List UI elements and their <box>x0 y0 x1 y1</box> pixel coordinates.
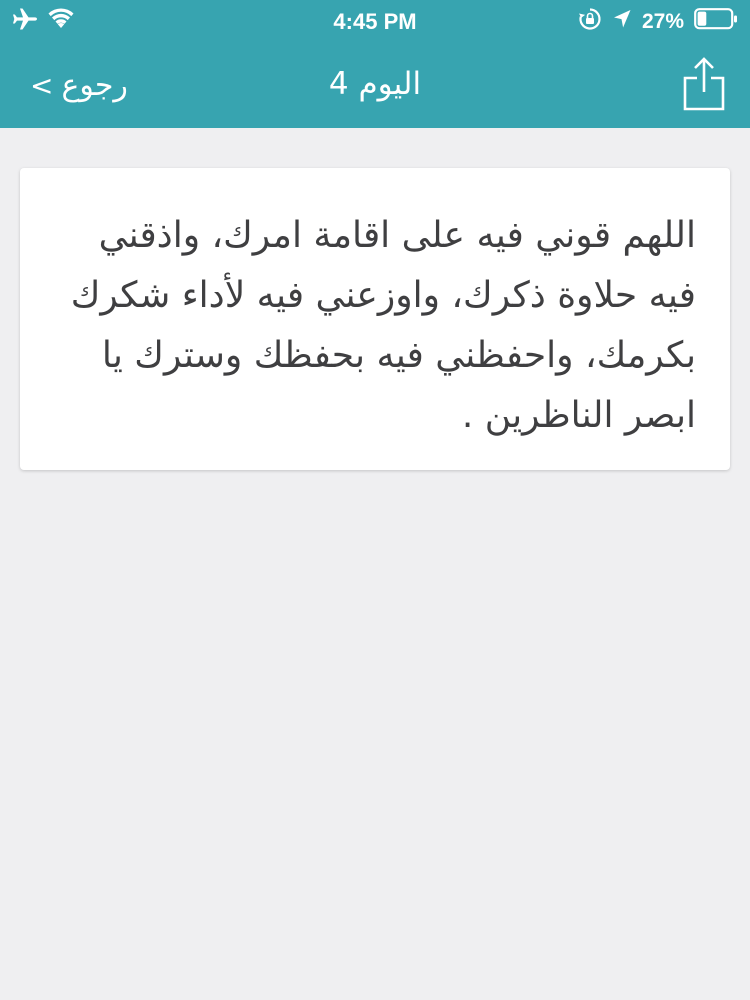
status-right: 27% <box>578 7 738 37</box>
prayer-text: اللهم قوني فيه على اقامة امرك، واذقني في… <box>70 215 696 436</box>
prayer-card: اللهم قوني فيه على اقامة امرك، واذقني في… <box>20 168 730 470</box>
status-bar: 4:45 PM 27% <box>0 0 750 40</box>
share-icon <box>683 57 725 111</box>
battery-icon <box>694 8 738 36</box>
share-button[interactable] <box>680 56 728 112</box>
nav-bar: < رجوع اليوم 4 <box>0 40 750 128</box>
rotation-lock-icon <box>578 7 602 37</box>
location-arrow-icon <box>612 8 632 36</box>
header: 4:45 PM 27% < رجوع اليوم 4 <box>0 0 750 128</box>
battery-percent: 27% <box>641 10 684 33</box>
page-title: اليوم 4 <box>328 66 422 102</box>
